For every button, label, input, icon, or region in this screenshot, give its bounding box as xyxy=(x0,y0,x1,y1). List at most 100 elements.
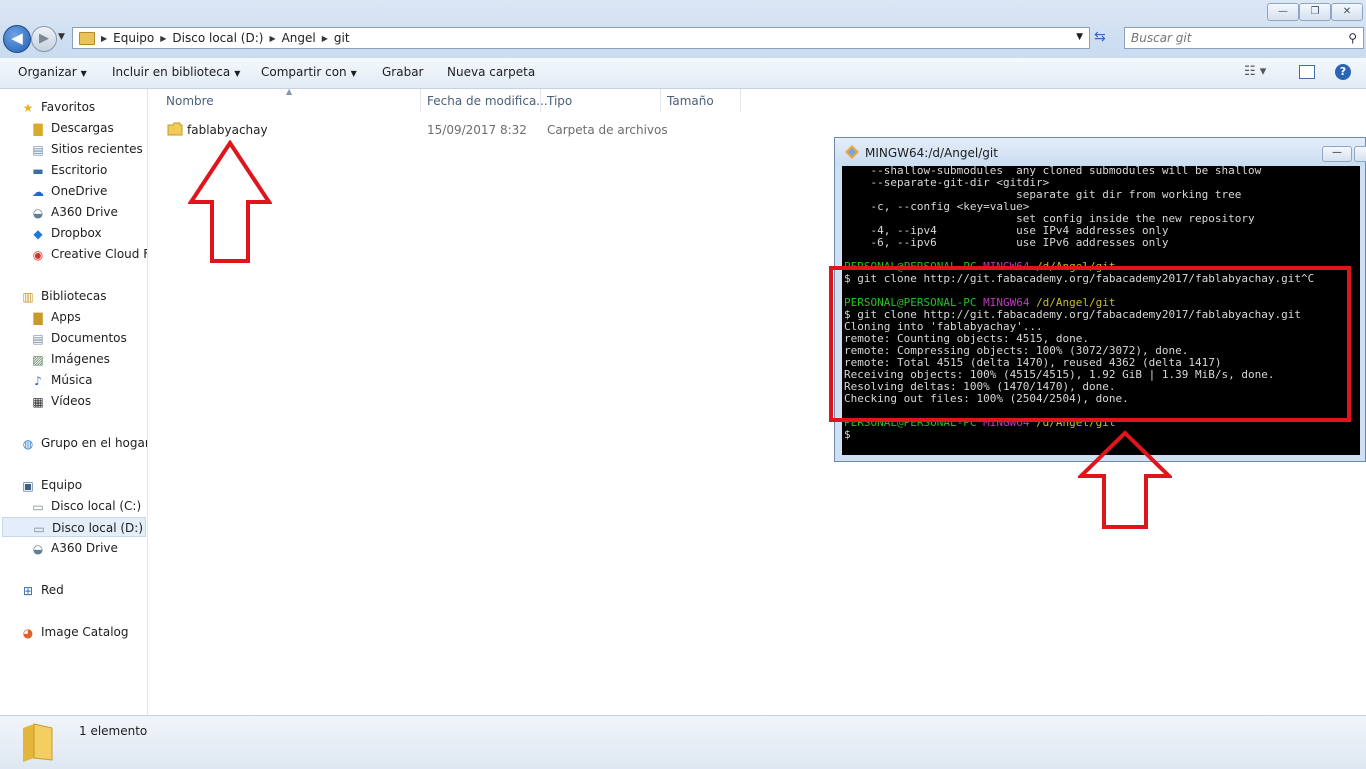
address-bar[interactable]: ▶ Equipo ▶ Disco local (D:) ▶ Angel ▶ gi… xyxy=(72,27,1090,49)
column-header-size[interactable]: Tamaño xyxy=(667,94,714,108)
terminal-line: -6, --ipv6 use IPv6 addresses only xyxy=(844,236,1169,249)
view-options-icon[interactable]: ☷ ▾ xyxy=(1244,64,1266,79)
close-button[interactable]: ✕ xyxy=(1331,3,1363,21)
terminal-minimize-button[interactable]: — xyxy=(1322,146,1352,162)
navigation-pane: ★ Favoritos ▇ Descargas ▤ Sitios recientes … xyxy=(0,89,148,715)
desktop-icon: ▬ xyxy=(32,163,44,178)
sidebar-item-bibliotecas[interactable]: ▥ Bibliotecas xyxy=(20,286,106,306)
chevron-right-icon[interactable]: ▶ xyxy=(101,34,107,43)
column-header-name[interactable]: Nombre xyxy=(166,94,214,108)
burn-button[interactable]: Grabar xyxy=(382,65,424,79)
sidebar-item-favoritos[interactable]: ★ Favoritos xyxy=(20,97,96,117)
share-button[interactable]: Compartir con ▼ xyxy=(261,65,357,79)
libraries-icon: ▥ xyxy=(22,289,34,304)
sidebar-item-a360-drive-2[interactable]: ◒ A360 Drive xyxy=(30,538,118,558)
chevron-right-icon[interactable]: ▶ xyxy=(269,34,275,43)
folder-icon xyxy=(23,723,53,762)
sidebar-item-dropbox[interactable]: ◆ Dropbox xyxy=(30,223,102,243)
network-icon: ⊞ xyxy=(22,583,34,598)
sidebar-item-apps[interactable]: ▇ Apps xyxy=(30,307,81,327)
sidebar-label: Dropbox xyxy=(51,226,102,240)
a360-drive-icon: ◒ xyxy=(32,205,44,220)
sidebar-item-equipo[interactable]: ▣ Equipo xyxy=(20,475,82,495)
item-count: 1 elemento xyxy=(79,724,148,738)
sidebar-item-descargas[interactable]: ▇ Descargas xyxy=(30,118,114,138)
sidebar-label: Creative Cloud Files xyxy=(51,247,147,261)
status-bar: 1 elemento xyxy=(0,715,1366,769)
sidebar-label: Image Catalog xyxy=(41,625,129,639)
column-header-date[interactable]: Fecha de modifica... xyxy=(427,94,548,108)
sidebar-label: Escritorio xyxy=(51,163,108,177)
column-divider[interactable] xyxy=(660,89,661,112)
drive-icon: ▭ xyxy=(33,521,45,536)
breadcrumb-angel[interactable]: Angel xyxy=(282,31,316,45)
column-divider[interactable] xyxy=(420,89,421,112)
documents-icon: ▤ xyxy=(32,331,44,346)
back-button[interactable]: ◀ xyxy=(3,25,31,53)
sidebar-item-disco-d[interactable]: ▭ Disco local (D:) xyxy=(2,517,146,537)
include-library-button[interactable]: Incluir en biblioteca ▼ xyxy=(112,65,240,79)
sidebar-label: A360 Drive xyxy=(51,205,118,219)
sidebar-label: Vídeos xyxy=(51,394,92,408)
chevron-down-icon: ▼ xyxy=(350,69,357,78)
forward-button[interactable]: ▶ xyxy=(31,26,57,52)
dropbox-icon: ◆ xyxy=(33,226,43,241)
annotation-up-arrow-icon xyxy=(188,140,272,263)
sidebar-item-grupo-hogar[interactable]: ◍ Grupo en el hogar xyxy=(20,433,148,453)
column-divider[interactable] xyxy=(540,89,541,112)
breadcrumb-git[interactable]: git xyxy=(334,31,350,45)
sort-ascending-icon: ▲ xyxy=(286,87,293,96)
folder-icon xyxy=(167,122,183,136)
terminal-maximize-button[interactable] xyxy=(1354,146,1366,162)
sidebar-item-sitios-recientes[interactable]: ▤ Sitios recientes xyxy=(30,139,143,159)
sidebar-item-onedrive[interactable]: ☁ OneDrive xyxy=(30,181,107,201)
sidebar-label: Sitios recientes xyxy=(51,142,143,156)
creative-cloud-icon: ◉ xyxy=(32,247,44,262)
chevron-right-icon[interactable]: ▶ xyxy=(160,34,166,43)
preview-pane-icon[interactable] xyxy=(1299,65,1315,79)
sidebar-item-disco-c[interactable]: ▭ Disco local (C:) xyxy=(30,496,141,516)
sidebar-item-imagenes[interactable]: ▨ Imágenes xyxy=(30,349,110,369)
sidebar-label: Bibliotecas xyxy=(41,289,107,303)
minimize-button[interactable]: — xyxy=(1267,3,1299,21)
videos-icon: ▦ xyxy=(32,394,44,409)
file-type: Carpeta de archivos xyxy=(547,123,668,137)
sidebar-item-documentos[interactable]: ▤ Documentos xyxy=(30,328,126,348)
command-toolbar: Organizar ▼ Incluir en biblioteca ▼ Compar… xyxy=(0,58,1366,89)
sidebar-item-creative-cloud[interactable]: ◉ Creative Cloud Files xyxy=(30,244,147,264)
help-icon[interactable]: ? xyxy=(1335,64,1351,80)
column-divider[interactable] xyxy=(740,89,741,112)
chevron-down-icon[interactable]: ▼ xyxy=(1076,32,1083,42)
sidebar-item-a360-drive[interactable]: ◒ A360 Drive xyxy=(30,202,118,222)
sidebar-label: Disco local (C:) xyxy=(51,499,142,513)
sidebar-item-musica[interactable]: ♪ Música xyxy=(30,370,92,390)
terminal-title-bar[interactable]: MINGW64:/d/Angel/git — xyxy=(835,138,1366,166)
new-folder-button[interactable]: Nueva carpeta xyxy=(447,65,535,79)
recent-pages-dropdown-icon[interactable]: ▼ xyxy=(58,32,65,42)
include-library-label: Incluir en biblioteca xyxy=(112,65,231,79)
column-header-type[interactable]: Tipo xyxy=(547,94,572,108)
breadcrumb-disco-d[interactable]: Disco local (D:) xyxy=(172,31,263,45)
sidebar-label: A360 Drive xyxy=(51,541,118,555)
sidebar-item-red[interactable]: ⊞ Red xyxy=(20,580,64,600)
maximize-button[interactable]: ❐ xyxy=(1299,3,1331,21)
sidebar-label: Descargas xyxy=(51,121,114,135)
sidebar-label: Grupo en el hogar xyxy=(41,436,148,450)
sidebar-item-image-catalog[interactable]: ◕ Image Catalog xyxy=(20,622,129,642)
annotation-up-arrow-icon xyxy=(1078,430,1172,529)
search-input[interactable] xyxy=(1131,31,1331,45)
chevron-down-icon: ▼ xyxy=(80,69,87,78)
search-icon[interactable]: ⚲ xyxy=(1348,31,1357,45)
terminal-cursor-prompt: $ xyxy=(844,428,851,441)
chevron-right-icon[interactable]: ▶ xyxy=(322,34,328,43)
sidebar-item-videos[interactable]: ▦ Vídeos xyxy=(30,391,91,411)
sidebar-label: Favoritos xyxy=(41,100,96,114)
organize-button[interactable]: Organizar ▼ xyxy=(18,65,87,79)
breadcrumb-equipo[interactable]: Equipo xyxy=(113,31,154,45)
refresh-icon[interactable]: ⇆ xyxy=(1094,29,1106,45)
library-folder-icon: ▇ xyxy=(33,310,43,325)
file-name[interactable]: fablabyachay xyxy=(187,123,268,137)
search-box[interactable]: ⚲ xyxy=(1124,27,1364,49)
sidebar-item-escritorio[interactable]: ▬ Escritorio xyxy=(30,160,107,180)
sidebar-label: Apps xyxy=(51,310,81,324)
